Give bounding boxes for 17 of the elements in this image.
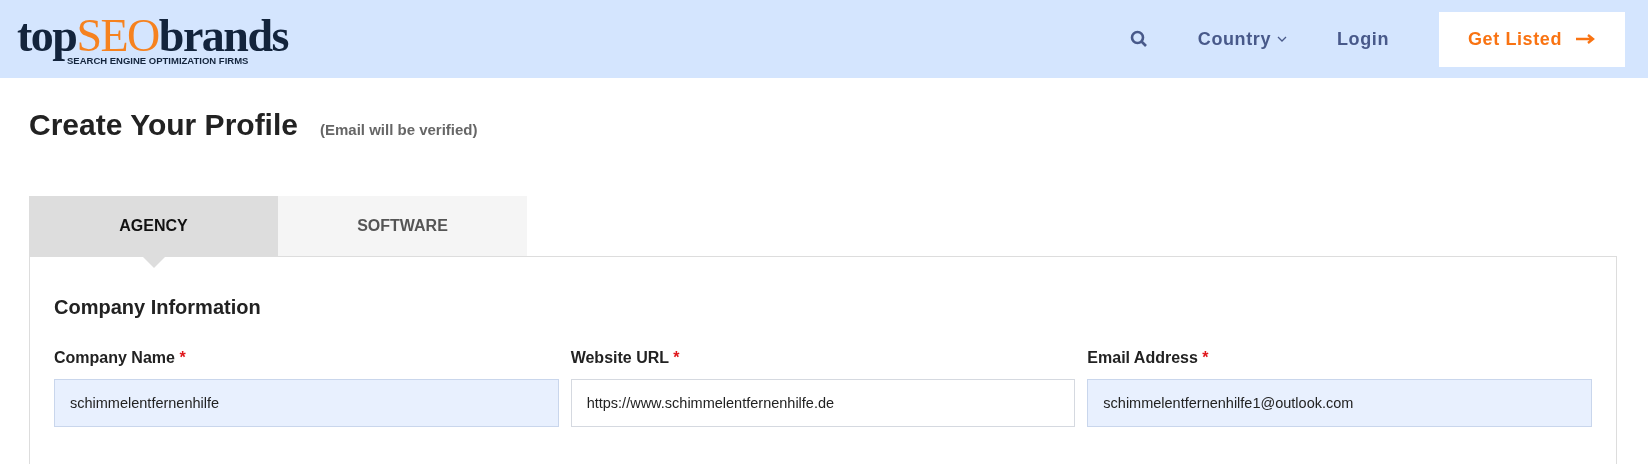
field-label: Company Name * [54, 349, 187, 367]
tab[interactable]: AGENCY [29, 196, 278, 256]
arrow-right-icon [1576, 34, 1596, 44]
input-field[interactable]: schimmelentfernenhilfe [54, 379, 559, 427]
input-field[interactable]: schimmelentfernenhilfe1@outlook.com [1087, 379, 1592, 427]
input-field[interactable]: https://www.schimmelentfernenhilfe.de [570, 379, 1076, 427]
page-title: Create Your Profile [29, 108, 298, 142]
section-title: Company Information [54, 296, 261, 319]
country-dropdown[interactable]: Country [1197, 28, 1287, 50]
tab[interactable]: SOFTWARE [278, 196, 527, 256]
field-label: Email Address * [1087, 349, 1210, 367]
chevron-down-icon [1277, 36, 1287, 42]
field-label: Website URL * [570, 349, 681, 367]
search-icon[interactable] [1129, 30, 1148, 48]
login-link[interactable]: Login [1337, 28, 1389, 50]
verification-note: (Email will be verified) [320, 121, 478, 138]
logo-wordmark[interactable]: topSEObrands [17, 12, 288, 59]
